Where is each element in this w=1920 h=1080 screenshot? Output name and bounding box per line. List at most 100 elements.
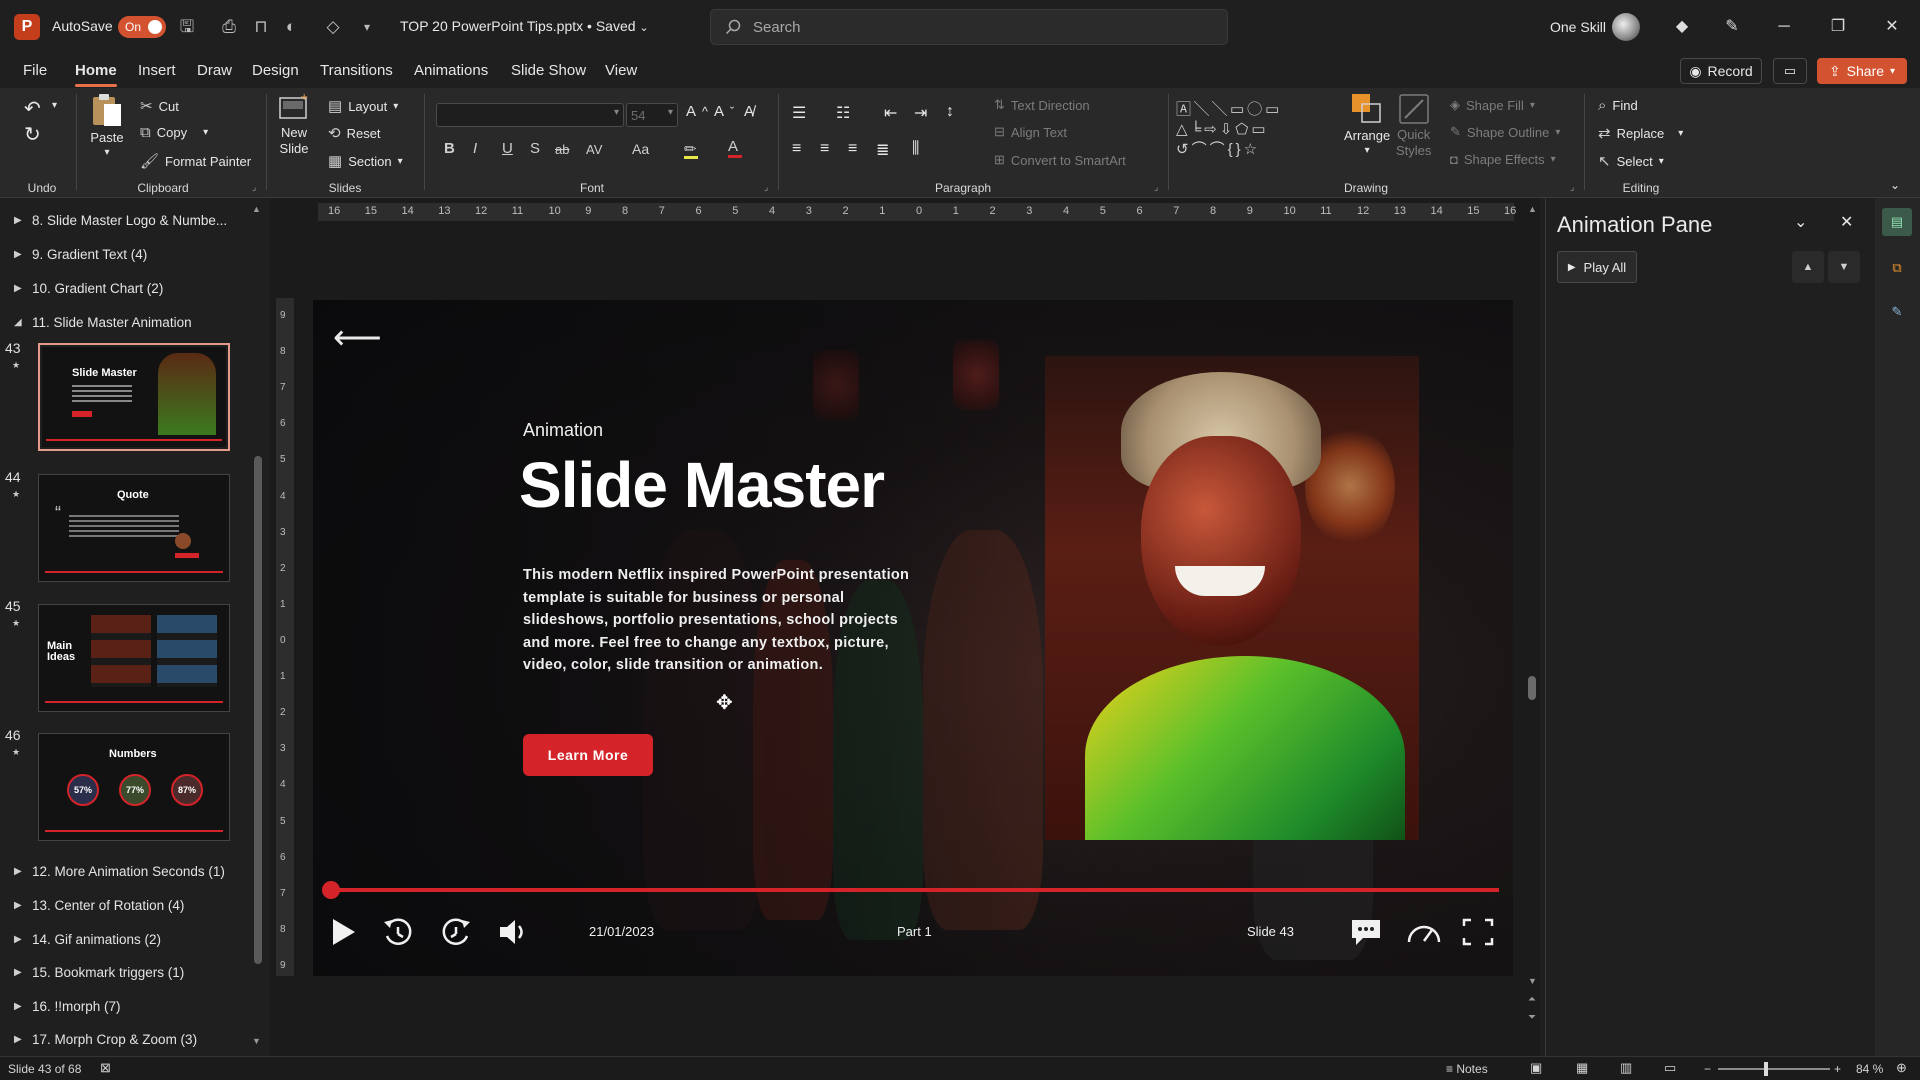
search-box[interactable]: Search <box>710 9 1228 45</box>
tab-transitions[interactable]: Transitions <box>320 62 393 79</box>
tab-design[interactable]: Design <box>252 62 299 79</box>
slide-sorter-icon[interactable]: ▦ <box>1576 1060 1588 1076</box>
slide-thumbnail-44[interactable]: Quote “ <box>38 474 230 582</box>
volume-icon[interactable] <box>497 916 531 948</box>
slideshow-view-icon[interactable]: ▭ <box>1664 1060 1676 1076</box>
play-all-button[interactable]: ▶ Play All <box>1557 251 1637 283</box>
tab-home[interactable]: Home <box>75 62 117 87</box>
highlight-icon[interactable]: ✏ <box>684 140 698 159</box>
present-icon[interactable]: ◐ <box>280 16 302 38</box>
move-up-button[interactable]: ▲ <box>1792 251 1824 283</box>
user-name[interactable]: One Skill <box>1550 19 1606 35</box>
tab-view[interactable]: View <box>605 62 637 79</box>
video-progress-handle[interactable] <box>322 881 340 899</box>
slide-thumbnail-43[interactable]: Slide Master <box>38 343 230 451</box>
slide-eyebrow[interactable]: Animation <box>523 420 603 441</box>
shrink-font-icon[interactable]: Aˇ <box>714 103 734 120</box>
columns-icon[interactable]: ⫼ <box>912 140 919 158</box>
numbering-icon[interactable]: ☷ <box>836 103 850 123</box>
align-text-button[interactable]: ⊟ Align Text <box>994 124 1067 140</box>
zoom-out-icon[interactable]: − <box>1704 1062 1711 1076</box>
avatar[interactable] <box>1612 13 1640 41</box>
normal-view-icon[interactable]: ▣ <box>1530 1060 1542 1076</box>
section-header[interactable]: ▶ 15. Bookmark triggers (1) <box>14 965 184 980</box>
quick-styles-button[interactable]: Quick Styles <box>1396 92 1431 158</box>
reading-view-icon[interactable]: ▥ <box>1620 1060 1632 1076</box>
zoom-slider[interactable] <box>1718 1068 1830 1070</box>
print-icon[interactable]: ⎙ <box>218 16 240 38</box>
pane-options-chevron-icon[interactable]: ⌄ <box>1794 212 1807 232</box>
select-button[interactable]: ↖ Select ▾ <box>1598 152 1664 170</box>
cut-button[interactable]: ✂ Cut <box>140 97 179 115</box>
subtitles-icon[interactable] <box>1349 916 1383 948</box>
section-header[interactable]: ▶ 13. Center of Rotation (4) <box>14 898 184 913</box>
design-ideas-icon[interactable]: ⧉ <box>1882 254 1912 282</box>
minimize-button[interactable]: ─ <box>1770 14 1798 40</box>
replace-button[interactable]: ⇄ Replace ▾ <box>1598 124 1683 142</box>
section-header[interactable]: ◢ 11. Slide Master Animation <box>14 315 192 330</box>
slide-thumbnail-45[interactable]: Main Ideas <box>38 604 230 712</box>
collapse-ribbon-icon[interactable]: ⌄ <box>1890 178 1900 192</box>
dialog-launcher-icon[interactable]: ⌟ <box>1154 182 1158 193</box>
format-icon[interactable]: ◇ <box>322 16 344 38</box>
shapes-gallery[interactable]: 🄰╲╲▭◯▭ △╘⇨⇩⬠▭ ↺⌒⌒{}☆ <box>1176 100 1328 160</box>
zoom-level[interactable]: 84 % <box>1856 1062 1883 1076</box>
decrease-indent-icon[interactable]: ⇤ <box>884 103 897 123</box>
redo-icon[interactable]: ↻ <box>24 122 41 147</box>
arrange-button[interactable]: Arrange ▾ <box>1344 92 1390 156</box>
fullscreen-icon[interactable] <box>1461 916 1495 948</box>
tab-file[interactable]: File <box>23 62 47 79</box>
increase-indent-icon[interactable]: ⇥ <box>914 103 927 123</box>
previous-slide-icon[interactable]: ⏶ <box>1528 994 1536 1005</box>
font-size-select[interactable]: 54 ▾ <box>626 103 678 127</box>
slides-scrollbar[interactable] <box>254 456 262 964</box>
animation-pane-toggle-icon[interactable]: ▤ <box>1882 208 1912 236</box>
tab-draw[interactable]: Draw <box>197 62 232 79</box>
shape-outline-button[interactable]: ✎ Shape Outline ▾ <box>1450 124 1560 140</box>
section-header[interactable]: ▶ 12. More Animation Seconds (1) <box>14 864 225 879</box>
change-case-button[interactable]: Aa <box>632 141 649 157</box>
next-slide-icon[interactable]: ⏷ <box>1528 1012 1536 1023</box>
layout-button[interactable]: ▤ Layout ▾ <box>328 97 398 115</box>
align-center-icon[interactable]: ≡ <box>820 140 829 158</box>
italic-button[interactable]: I <box>473 140 477 157</box>
comments-button[interactable]: ▭ <box>1773 58 1807 84</box>
back-arrow-icon[interactable]: ⟵ <box>333 318 382 358</box>
new-slide-button[interactable]: + New Slide <box>278 92 310 156</box>
reset-button[interactable]: ⟲ Reset <box>328 124 381 142</box>
undo-icon[interactable]: ↶ <box>24 96 41 121</box>
slide-thumbnail-46[interactable]: Numbers 57% 77% 87% <box>38 733 230 841</box>
section-header[interactable]: ▶ 16. !!morph (7) <box>14 999 121 1014</box>
rewind-icon[interactable] <box>381 916 415 950</box>
learn-more-button[interactable]: Learn More <box>523 734 653 776</box>
shadow-button[interactable]: S <box>530 140 540 157</box>
character-spacing-button[interactable]: AV <box>586 142 602 157</box>
tab-animations[interactable]: Animations <box>414 62 488 79</box>
dialog-launcher-icon[interactable]: ⌟ <box>1570 182 1574 193</box>
format-painter-button[interactable]: 🖌 Format Painter <box>140 152 251 170</box>
shape-effects-button[interactable]: ◘ Shape Effects ▾ <box>1450 152 1556 167</box>
speed-icon[interactable] <box>1405 916 1443 948</box>
notes-button[interactable]: ≡ Notes <box>1446 1062 1488 1076</box>
zoom-in-icon[interactable]: + <box>1834 1062 1841 1076</box>
section-header[interactable]: ▶ 8. Slide Master Logo & Numbe... <box>14 213 227 228</box>
dialog-launcher-icon[interactable]: ⌟ <box>252 182 256 193</box>
slide-body-text[interactable]: This modern Netflix inspired PowerPoint … <box>523 564 923 677</box>
slide-canvas[interactable]: ⟵ Animation Slide Master This modern Net… <box>313 300 1513 976</box>
record-button[interactable]: ◉ Record <box>1680 58 1762 84</box>
video-progress-track[interactable] <box>331 888 1499 892</box>
pen-icon[interactable]: ✎ <box>1718 14 1746 40</box>
clear-formatting-icon[interactable]: A̸ <box>744 103 754 120</box>
font-color-icon[interactable]: A <box>728 138 742 158</box>
font-family-select[interactable]: ▾ <box>436 103 624 127</box>
tab-insert[interactable]: Insert <box>138 62 176 79</box>
section-header[interactable]: ▶ 9. Gradient Text (4) <box>14 247 147 262</box>
share-button[interactable]: ⇪ Share ▾ <box>1817 58 1907 84</box>
zoom-slider-thumb[interactable] <box>1764 1062 1769 1076</box>
grow-font-icon[interactable]: A ^ <box>686 103 708 120</box>
copy-button[interactable]: ⧉ Copy ▾ <box>140 124 208 141</box>
scroll-down-icon[interactable]: ▼ <box>1528 976 1537 986</box>
chevron-down-icon[interactable]: ▾ <box>52 100 57 111</box>
strikethrough-button[interactable]: ab <box>555 142 569 157</box>
close-pane-icon[interactable]: ✕ <box>1840 212 1853 232</box>
